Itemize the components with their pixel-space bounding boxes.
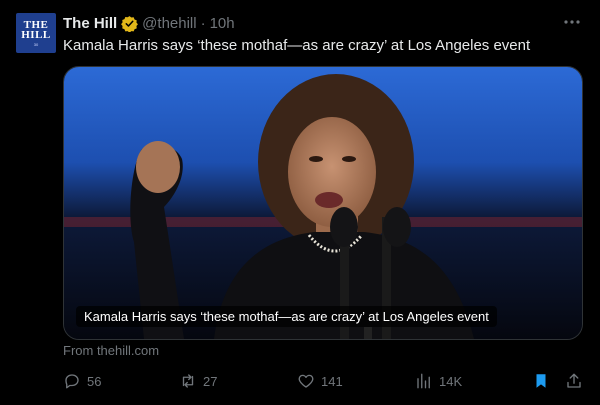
retweet-icon [182,374,194,388]
bookmark-button[interactable] [532,372,556,390]
heart-icon [298,374,314,388]
share-icon [567,373,581,388]
avatar[interactable]: THE HILL 30 [16,13,56,53]
link-card[interactable]: Kamala Harris says ‘these mothaf—as are … [63,66,583,340]
share-button[interactable] [565,372,589,390]
author-name[interactable]: The Hill [63,15,117,32]
reply-icon [65,374,79,389]
tweet-header: The Hill @thehill · 10h [63,12,584,34]
author-handle[interactable]: @thehill [142,15,196,32]
separator-dot: · [200,14,206,32]
retweet-count: 27 [203,373,218,389]
like-button[interactable]: 141 [297,372,343,390]
more-horizontal-icon[interactable] [562,14,582,30]
avatar-text-line2: HILL [21,28,51,41]
avatar-text-line3: 30 [33,41,39,47]
card-image [64,67,582,339]
retweet-button[interactable]: 27 [179,372,217,390]
card-source[interactable]: From thehill.com [63,343,159,358]
like-count: 141 [321,373,343,389]
views-count: 14K [439,373,463,389]
reply-count: 56 [87,373,102,389]
avatar-text-line1: THE [23,18,49,31]
tweet[interactable]: THE HILL 30 The Hill @thehill · 10h Kama… [0,0,600,405]
bookmark-icon [536,374,546,388]
tweet-text: Kamala Harris says ‘these mothaf—as are … [63,37,531,54]
reply-button[interactable]: 56 [63,372,101,390]
tweet-timestamp[interactable]: 10h [210,15,235,32]
action-bar: 56 27 141 14K [63,372,584,392]
verified-badge-icon[interactable] [121,15,139,33]
card-caption: Kamala Harris says ‘these mothaf—as are … [76,306,497,327]
views-chart-icon [417,373,430,389]
views-button[interactable]: 14K [415,372,462,390]
